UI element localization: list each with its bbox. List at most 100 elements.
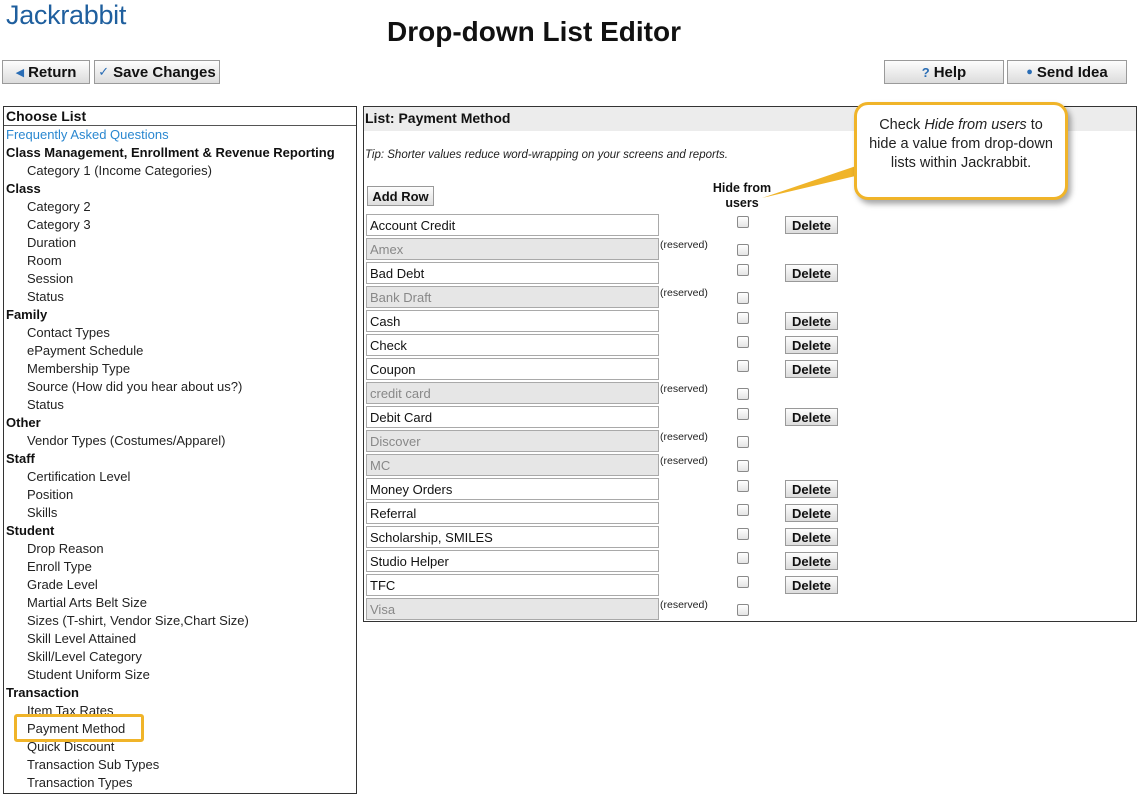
list-item[interactable]: Grade Level: [4, 576, 356, 594]
value-input[interactable]: Cash: [366, 310, 659, 332]
list-item[interactable]: Sizes (T-shirt, Vendor Size,Chart Size): [4, 612, 356, 630]
value-input[interactable]: Studio Helper: [366, 550, 659, 572]
list-item[interactable]: Skills: [4, 504, 356, 522]
value-input[interactable]: Bad Debt: [366, 262, 659, 284]
value-input: Discover: [366, 430, 659, 452]
list-category: Other: [6, 415, 41, 430]
value-input[interactable]: Debit Card: [366, 406, 659, 428]
faq-link[interactable]: Frequently Asked Questions: [4, 126, 356, 144]
delete-button[interactable]: Delete: [785, 312, 838, 330]
delete-button[interactable]: Delete: [785, 264, 838, 282]
reserved-tag: (reserved): [660, 599, 708, 611]
list-item[interactable]: Martial Arts Belt Size: [4, 594, 356, 612]
delete-button[interactable]: Delete: [785, 408, 838, 426]
hide-from-users-checkbox[interactable]: [737, 292, 749, 304]
value-input[interactable]: TFC: [366, 574, 659, 596]
value-row: Debit Card Delete: [364, 405, 1134, 429]
hide-from-users-checkbox[interactable]: [737, 336, 749, 348]
list-item[interactable]: Category 3: [4, 216, 356, 234]
list-item[interactable]: Membership Type: [4, 360, 356, 378]
selected-item-highlight: [14, 714, 144, 742]
value-row: Discover (reserved): [364, 429, 1134, 453]
page-title: Drop-down List Editor: [387, 16, 681, 47]
value-row: MC (reserved): [364, 453, 1134, 477]
delete-button[interactable]: Delete: [785, 552, 838, 570]
value-row: Account Credit Delete: [364, 213, 1134, 237]
hide-from-users-checkbox[interactable]: [737, 528, 749, 540]
triangle-left-icon: ◀: [15, 66, 25, 79]
list-item[interactable]: ePayment Schedule: [4, 342, 356, 360]
save-changes-label: Save Changes: [113, 63, 216, 81]
value-input: Bank Draft: [366, 286, 659, 308]
delete-button[interactable]: Delete: [785, 336, 838, 354]
value-input[interactable]: Coupon: [366, 358, 659, 380]
list-item[interactable]: Session: [4, 270, 356, 288]
hide-from-users-checkbox[interactable]: [737, 244, 749, 256]
value-row: credit card (reserved): [364, 381, 1134, 405]
hide-from-users-checkbox[interactable]: [737, 408, 749, 420]
callout-prefix: Check: [879, 117, 925, 133]
delete-button[interactable]: Delete: [785, 576, 838, 594]
list-item[interactable]: Source (How did you hear about us?): [4, 378, 356, 396]
delete-button[interactable]: Delete: [785, 504, 838, 522]
choose-list: Frequently Asked Questions Class Managem…: [4, 126, 356, 792]
list-item[interactable]: Student Uniform Size: [4, 666, 356, 684]
value-input[interactable]: Money Orders: [366, 478, 659, 500]
delete-button[interactable]: Delete: [785, 528, 838, 546]
value-input: Amex: [366, 238, 659, 260]
delete-button[interactable]: Delete: [785, 360, 838, 378]
list-item[interactable]: Drop Reason: [4, 540, 356, 558]
list-item[interactable]: Contact Types: [4, 324, 356, 342]
hide-from-users-checkbox[interactable]: [737, 460, 749, 472]
hide-from-users-checkbox[interactable]: [737, 360, 749, 372]
value-row: Cash Delete: [364, 309, 1134, 333]
delete-button[interactable]: Delete: [785, 480, 838, 498]
list-item[interactable]: Status: [4, 288, 356, 306]
add-row-button[interactable]: Add Row: [367, 186, 434, 206]
return-label: Return: [28, 63, 77, 81]
list-item[interactable]: Transaction Types: [4, 774, 356, 792]
hide-from-users-checkbox[interactable]: [737, 312, 749, 324]
value-input[interactable]: Account Credit: [366, 214, 659, 236]
list-item[interactable]: Certification Level: [4, 468, 356, 486]
value-input[interactable]: Scholarship, SMILES: [366, 526, 659, 548]
list-item[interactable]: Category 1 (Income Categories): [4, 162, 356, 180]
help-button[interactable]: ? Help: [884, 60, 1004, 84]
value-input[interactable]: Check: [366, 334, 659, 356]
delete-button[interactable]: Delete: [785, 216, 838, 234]
value-row: Scholarship, SMILES Delete: [364, 525, 1134, 549]
list-item[interactable]: Transaction Sub Types: [4, 756, 356, 774]
tip-text: Tip: Shorter values reduce word-wrapping…: [365, 149, 728, 161]
question-icon: ?: [921, 64, 930, 80]
list-item[interactable]: Vendor Types (Costumes/Apparel): [4, 432, 356, 450]
list-item[interactable]: Position: [4, 486, 356, 504]
value-row: Amex (reserved): [364, 237, 1134, 261]
hide-from-users-checkbox[interactable]: [737, 504, 749, 516]
list-item[interactable]: Duration: [4, 234, 356, 252]
hide-from-users-checkbox[interactable]: [737, 388, 749, 400]
value-input[interactable]: Referral: [366, 502, 659, 524]
value-row: Money Orders Delete: [364, 477, 1134, 501]
value-row: TFC Delete: [364, 573, 1134, 597]
list-item[interactable]: Enroll Type: [4, 558, 356, 576]
list-item[interactable]: Skill Level Attained: [4, 630, 356, 648]
hide-from-users-checkbox[interactable]: [737, 436, 749, 448]
hide-from-users-checkbox[interactable]: [737, 480, 749, 492]
hide-from-users-checkbox[interactable]: [737, 576, 749, 588]
list-category: Student: [6, 523, 55, 538]
hide-from-users-checkbox[interactable]: [737, 264, 749, 276]
hide-from-users-checkbox[interactable]: [737, 216, 749, 228]
list-item[interactable]: Category 2: [4, 198, 356, 216]
list-item[interactable]: Skill/Level Category: [4, 648, 356, 666]
value-row: Check Delete: [364, 333, 1134, 357]
list-item[interactable]: Status: [4, 396, 356, 414]
reserved-tag: (reserved): [660, 431, 708, 443]
lightbulb-icon: ●: [1026, 66, 1033, 78]
list-item[interactable]: Room: [4, 252, 356, 270]
value-row: Bad Debt Delete: [364, 261, 1134, 285]
return-button[interactable]: ◀ Return: [2, 60, 90, 84]
save-changes-button[interactable]: ✓ Save Changes: [94, 60, 220, 84]
hide-from-users-checkbox[interactable]: [737, 552, 749, 564]
send-idea-button[interactable]: ● Send Idea: [1007, 60, 1127, 84]
hide-from-users-checkbox[interactable]: [737, 604, 749, 616]
